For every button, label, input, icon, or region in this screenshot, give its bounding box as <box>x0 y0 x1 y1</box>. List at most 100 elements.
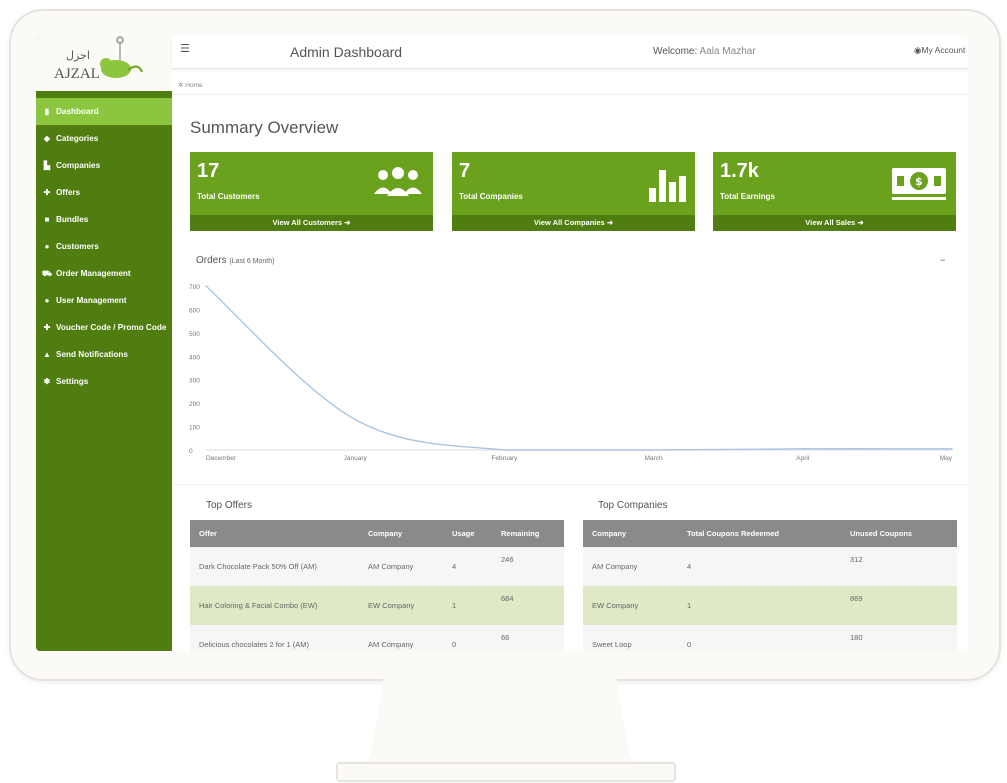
view-all-sales-link[interactable]: View All Sales ➜ <box>713 215 956 231</box>
stat-card-companies: 7 Total Companies View All Companies ➜ <box>452 152 695 231</box>
table-cell: Dark Chocolate Pack 50% Off (AM) <box>190 547 359 586</box>
orders-title: Orders <box>196 255 227 266</box>
x-tick-label: April <box>796 455 810 462</box>
page-title: Admin Dashboard <box>290 44 403 60</box>
table-row[interactable]: EW Company 1 869 <box>583 586 957 625</box>
x-tick-label: December <box>206 455 237 462</box>
sidebar-item-label: Customers <box>56 242 99 251</box>
briefcase-icon: ■ <box>44 215 50 224</box>
sidebar-item-send-notifications[interactable]: ▲ Send Notifications <box>36 341 172 368</box>
sidebar-item-user-management[interactable]: ● User Management <box>36 287 172 314</box>
view-all-companies-label: View All Companies <box>533 218 605 227</box>
logo-arabic-text: اجزل <box>66 49 90 62</box>
table-cell: 66 <box>492 625 564 651</box>
sidebar-item-categories[interactable]: ◆ Categories <box>36 125 172 152</box>
sidebar-item-label: Bundles <box>56 215 89 224</box>
my-account-link[interactable]: ◉My Account <box>914 45 965 56</box>
table-cell: 684 <box>492 586 564 625</box>
sidebar-item-settings[interactable]: ✱ Settings <box>36 368 172 395</box>
logo[interactable]: اجزل AJZAL <box>36 36 172 91</box>
y-tick-label: 0 <box>189 448 193 455</box>
top-bar: ☰ Admin Dashboard Welcome: Aala Mazhar ◉… <box>172 36 968 69</box>
stat-card-earnings: 1.7k Total Earnings $ View All Sales ➜ <box>713 152 956 231</box>
summary-title: Summary Overview <box>190 118 339 137</box>
welcome-text: Welcome: Aala Mazhar <box>653 46 756 57</box>
data-point <box>802 448 804 450</box>
column-header: Company <box>583 520 678 547</box>
sidebar-item-order-management[interactable]: ⛟ Order Management <box>36 260 172 287</box>
welcome-label: Welcome: <box>653 46 698 57</box>
bell-icon: ▲ <box>43 350 51 359</box>
data-point <box>205 285 207 287</box>
x-tick-label: May <box>940 455 953 462</box>
sidebar-item-voucher-code[interactable]: ✚ Voucher Code / Promo Code <box>36 314 172 341</box>
table-cell: Sweet Loop <box>583 625 678 651</box>
hamburger-icon[interactable]: ☰ <box>180 42 190 55</box>
table-row[interactable]: Hair Coloring & Facial Combo (EW) EW Com… <box>190 586 564 625</box>
arrow-circle-right-icon: ➜ <box>857 218 864 227</box>
stat-label: Total Earnings <box>720 192 775 201</box>
breadcrumb: ✲ Home <box>172 76 968 95</box>
column-header: Unused Coupons <box>841 520 957 547</box>
column-header: Offer <box>190 520 359 547</box>
table-cell: 1 <box>443 586 492 625</box>
column-header: Usage <box>443 520 492 547</box>
table-cell: AM Company <box>583 547 678 586</box>
arrow-circle-right-icon: ➜ <box>344 218 351 227</box>
data-point <box>652 449 655 451</box>
collapse-button[interactable]: – <box>940 253 946 266</box>
table-row[interactable]: Dark Chocolate Pack 50% Off (AM) AM Comp… <box>190 547 564 586</box>
sidebar-item-offers[interactable]: ✚ Offers <box>36 179 172 206</box>
view-all-sales-label: View All Sales <box>805 218 856 227</box>
table-header-row: Company Total Coupons Redeemed Unused Co… <box>583 520 957 547</box>
sidebar-item-label: Companies <box>56 161 101 170</box>
top-offers-title: Top Offers <box>206 500 252 511</box>
breadcrumb-home[interactable]: ✲ Home <box>178 81 203 89</box>
tag-icon: ◆ <box>43 134 51 143</box>
screen: اجزل AJZAL ▮ Dashboard ◆ Categories ▙ Compa… <box>36 36 968 651</box>
sidebar-item-customers[interactable]: ● Customers <box>36 233 172 260</box>
y-tick-label: 600 <box>189 307 200 314</box>
table-cell: 4 <box>678 547 841 586</box>
user-name: Aala Mazhar <box>699 46 756 57</box>
series-line <box>205 285 953 451</box>
data-point <box>951 448 953 450</box>
stat-value: 7 <box>459 160 471 182</box>
svg-text:$: $ <box>915 175 923 188</box>
stat-card-customers: 17 Total Customers View All Customers ➜ <box>190 152 433 231</box>
sidebar-item-companies[interactable]: ▙ Companies <box>36 152 172 179</box>
monitor-base <box>336 762 676 782</box>
stat-value: 1.7k <box>720 160 759 182</box>
table-cell: Delicious chocolates 2 for 1 (AM) <box>190 625 359 651</box>
sidebar-item-label: Order Management <box>56 269 131 278</box>
sidebar-item-dashboard[interactable]: ▮ Dashboard <box>36 98 172 125</box>
arrow-circle-right-icon: ➜ <box>606 218 614 227</box>
bar-chart-icon <box>649 170 686 202</box>
building-icon: ▙ <box>43 161 51 170</box>
sidebar-nav: ▮ Dashboard ◆ Categories ▙ Companies ✚ Offer… <box>36 98 172 395</box>
data-point <box>503 449 506 451</box>
divider <box>172 484 968 485</box>
table-row[interactable]: Delicious chocolates 2 for 1 (AM) AM Com… <box>190 625 564 651</box>
table-row[interactable]: Sweet Loop 0 180 <box>583 625 957 651</box>
x-tick-label: January <box>344 455 368 462</box>
sidebar-item-bundles[interactable]: ■ Bundles <box>36 206 172 233</box>
table-cell: EW Company <box>583 586 678 625</box>
orders-heading: Orders (Last 6 Month) <box>196 255 274 266</box>
users-icon: ● <box>44 296 50 305</box>
view-all-customers-link[interactable]: View All Customers ➜ <box>190 215 433 231</box>
sidebar-item-label: Voucher Code / Promo Code <box>56 323 167 332</box>
bar-chart-icon: ▮ <box>44 107 50 116</box>
table-row[interactable]: AM Company 4 312 <box>583 547 957 586</box>
gear-icon: ✱ <box>43 377 51 386</box>
table-cell: 180 <box>841 625 957 651</box>
y-tick-label: 200 <box>189 401 200 408</box>
dashboard-icon: ✲ <box>178 82 184 89</box>
view-all-companies-link[interactable]: View All Companies ➜ <box>452 215 695 231</box>
table-cell: AM Company <box>359 547 443 586</box>
column-header: Company <box>359 520 443 547</box>
my-account-label: My Account <box>921 45 966 55</box>
orders-subtitle: (Last 6 Month) <box>229 258 275 265</box>
monitor-stand <box>368 676 632 768</box>
sidebar-item-label: Settings <box>56 377 89 386</box>
